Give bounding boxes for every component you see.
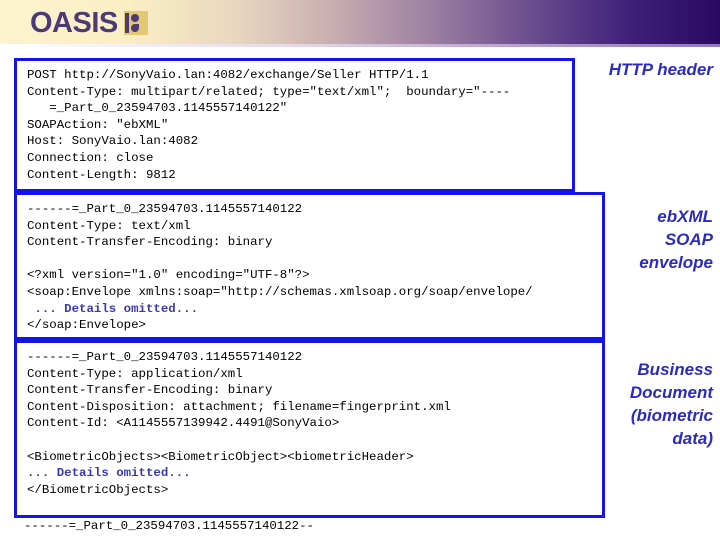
code-line: Host: SonyVaio.lan:4082 xyxy=(27,134,199,149)
code-line: Connection: close xyxy=(27,150,154,165)
code-line: Content-Type: multipart/related; type="t… xyxy=(27,84,511,99)
oasis-wordmark: OASIS xyxy=(30,6,118,39)
annotation-http-header: HTTP header xyxy=(608,60,713,79)
oasis-logo-mark-icon xyxy=(123,11,148,35)
code-line: SOAPAction: "ebXML" xyxy=(27,117,169,132)
annotation-business-document: Business Document (biometric data) xyxy=(629,360,713,448)
code-line: ... Details omitted... xyxy=(27,466,191,481)
code-line: <BiometricObjects><BiometricObject><biom… xyxy=(27,449,414,464)
code-line: ... Details omitted... xyxy=(27,301,199,316)
code-line: </BiometricObjects> xyxy=(27,482,169,497)
code-line: =_Part_0_23594703.1145557140122" xyxy=(27,101,288,116)
oasis-mark-dot-top xyxy=(130,14,139,22)
trailing-boundary-line: ------=_Part_0_23594703.1145557140122-- xyxy=(24,519,314,533)
annotation-soap-envelope: ebXML SOAP envelope xyxy=(639,207,713,272)
code-line: </soap:Envelope> xyxy=(27,318,146,333)
code-line: Content-Length: 9812 xyxy=(27,167,176,182)
oasis-mark-dot-bottom xyxy=(130,24,139,32)
code-line: <soap:Envelope xmlns:soap="http://schema… xyxy=(27,284,533,299)
oasis-logo: OASIS xyxy=(30,6,148,40)
oasis-mark-bar xyxy=(124,13,129,33)
header-divider xyxy=(0,44,720,47)
